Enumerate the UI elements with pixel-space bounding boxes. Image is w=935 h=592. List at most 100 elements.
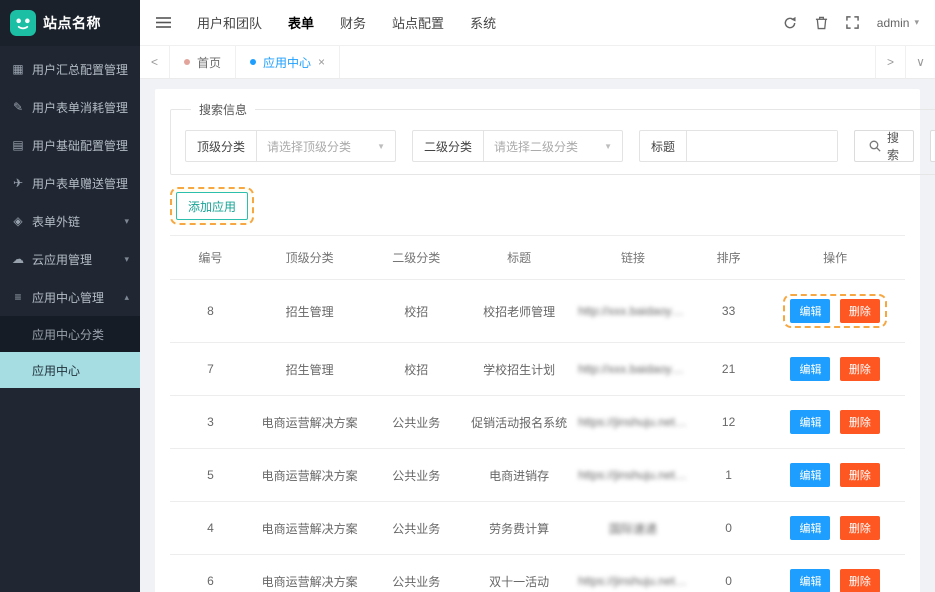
sidebar-subitem-app-center-category[interactable]: 应用中心分类 — [0, 316, 140, 352]
cell-title: 学校招生计划 — [464, 343, 574, 396]
top-category-select[interactable]: 请选择顶级分类 ▼ — [257, 131, 395, 161]
sidebar-subitem-label: 应用中心分类 — [32, 326, 104, 343]
nav-item-system[interactable]: 系统 — [470, 13, 496, 32]
user-menu[interactable]: admin ▾ — [877, 16, 919, 30]
cell-id: 3 — [170, 396, 251, 449]
tabs-scroll-right-button[interactable]: > — [875, 46, 905, 78]
annotation-highlight: 添加应用 — [170, 187, 254, 225]
chevron-up-icon: ▴ — [124, 292, 129, 303]
cell-title: 双十一活动 — [464, 555, 574, 592]
cell-second-category: 校招 — [368, 280, 464, 343]
delete-button[interactable]: 删除 — [840, 463, 880, 487]
sidebar-item-user-form-gift[interactable]: ✈ 用户表单赠送管理 — [0, 164, 140, 202]
nav-item-site-config[interactable]: 站点配置 — [392, 13, 444, 32]
chevron-down-icon: ▼ — [377, 142, 385, 151]
sidebar-item-label: 云应用管理 — [32, 251, 92, 268]
table-row: 3 电商运营解决方案 公共业务 促销活动报名系统 https://jinshuj… — [170, 396, 905, 449]
search-button[interactable]: 搜索 — [854, 130, 914, 162]
logo[interactable]: 站点名称 — [0, 0, 140, 46]
sidebar-item-label: 用户表单赠送管理 — [32, 175, 128, 192]
table-row: 4 电商运营解决方案 公共业务 劳务费计算 国际速递 0 编辑 删除 — [170, 502, 905, 555]
title-field: 标题 — [639, 130, 838, 162]
delete-button[interactable]: 删除 — [840, 357, 880, 381]
sidebar-submenu: 应用中心分类 应用中心 — [0, 316, 140, 388]
cell-link: http://xxx.baidaoyu… — [574, 343, 692, 396]
edit-button[interactable]: 编辑 — [790, 299, 830, 323]
close-icon[interactable]: × — [318, 56, 325, 68]
fullscreen-icon[interactable] — [846, 16, 859, 29]
table-row: 6 电商运营解决方案 公共业务 双十一活动 https://jinshuju.n… — [170, 555, 905, 592]
cell-link: https://jinshuju.net/f… — [574, 396, 692, 449]
apps-icon: ≡ — [11, 290, 25, 304]
sidebar-item-form-external-link[interactable]: ◈ 表单外链 ▾ — [0, 202, 140, 240]
cell-title: 促销活动报名系统 — [464, 396, 574, 449]
edit-button[interactable]: 编辑 — [790, 410, 830, 434]
cell-title: 校招老师管理 — [464, 280, 574, 343]
cell-id: 7 — [170, 343, 251, 396]
sidebar-item-user-summary-config[interactable]: ▦ 用户汇总配置管理 — [0, 50, 140, 88]
cell-link: 国际速递 — [574, 502, 692, 555]
cell-top-category: 招生管理 — [251, 280, 369, 343]
cell-sort: 33 — [692, 280, 766, 343]
cell-second-category: 公共业务 — [368, 449, 464, 502]
tab-app-center[interactable]: 应用中心 × — [236, 46, 340, 78]
chevron-down-icon: ▾ — [124, 254, 129, 265]
delete-button[interactable]: 删除 — [840, 516, 880, 540]
cell-link: https://jinshuju.net/f… — [574, 555, 692, 592]
nav-item-users-teams[interactable]: 用户和团队 — [197, 13, 262, 32]
sidebar-item-app-center-admin[interactable]: ≡ 应用中心管理 ▴ — [0, 278, 140, 316]
cell-top-category: 电商运营解决方案 — [251, 502, 369, 555]
column-header-link: 链接 — [574, 236, 692, 280]
search-panel-title: 搜索信息 — [191, 101, 255, 118]
delete-button[interactable]: 删除 — [840, 299, 880, 323]
edit-button[interactable]: 编辑 — [790, 569, 830, 592]
edit-button[interactable]: 编辑 — [790, 516, 830, 540]
app-window: 站点名称 ▦ 用户汇总配置管理 ✎ 用户表单消耗管理 ▤ 用户基础配置管理 ✈ … — [0, 0, 935, 592]
title-label: 标题 — [640, 131, 687, 161]
clear-trash-icon[interactable] — [815, 16, 828, 30]
nav-item-finance[interactable]: 财务 — [340, 13, 366, 32]
edit-button[interactable]: 编辑 — [790, 463, 830, 487]
cell-actions: 编辑 删除 — [765, 502, 905, 555]
second-category-select[interactable]: 请选择二级分类 ▼ — [484, 131, 622, 161]
sidebar-item-user-base-config[interactable]: ▤ 用户基础配置管理 — [0, 126, 140, 164]
sidebar-item-label: 用户表单消耗管理 — [32, 99, 128, 116]
select-placeholder: 请选择二级分类 — [494, 138, 578, 155]
cell-title: 电商进销存 — [464, 449, 574, 502]
column-header-top-category: 顶级分类 — [251, 236, 369, 280]
column-header-sort: 排序 — [692, 236, 766, 280]
refresh-icon[interactable] — [783, 16, 797, 30]
cell-sort: 0 — [692, 555, 766, 592]
cell-sort: 0 — [692, 502, 766, 555]
cell-sort: 12 — [692, 396, 766, 449]
cell-id: 8 — [170, 280, 251, 343]
nav-item-forms[interactable]: 表单 — [288, 13, 314, 32]
delete-button[interactable]: 删除 — [840, 410, 880, 434]
title-input[interactable] — [687, 131, 837, 161]
hamburger-icon[interactable] — [156, 16, 171, 29]
app-table: 编号 顶级分类 二级分类 标题 链接 排序 操作 8 招生管理 — [170, 235, 905, 592]
add-app-button[interactable]: 添加应用 — [176, 192, 248, 220]
tabs-scroll-left-button[interactable]: < — [140, 46, 170, 78]
sidebar-subitem-app-center[interactable]: 应用中心 — [0, 352, 140, 388]
content-area: 搜索信息 顶级分类 请选择顶级分类 ▼ 二级分类 请选择二 — [140, 79, 935, 592]
link-icon: ◈ — [11, 214, 25, 228]
sidebar: 站点名称 ▦ 用户汇总配置管理 ✎ 用户表单消耗管理 ▤ 用户基础配置管理 ✈ … — [0, 0, 140, 592]
sidebar-item-user-form-consume[interactable]: ✎ 用户表单消耗管理 — [0, 88, 140, 126]
edit-button[interactable]: 编辑 — [790, 357, 830, 381]
chevron-down-icon: ▾ — [914, 17, 919, 28]
cell-id: 6 — [170, 555, 251, 592]
cell-second-category: 公共业务 — [368, 396, 464, 449]
site-name: 站点名称 — [43, 13, 101, 33]
top-category-label: 顶级分类 — [186, 131, 257, 161]
cell-second-category: 公共业务 — [368, 555, 464, 592]
sidebar-item-cloud-app[interactable]: ☁ 云应用管理 ▾ — [0, 240, 140, 278]
reset-button[interactable]: 重置 — [930, 130, 935, 162]
delete-button[interactable]: 删除 — [840, 569, 880, 592]
top-category-field: 顶级分类 请选择顶级分类 ▼ — [185, 130, 396, 162]
content-card: 搜索信息 顶级分类 请选择顶级分类 ▼ 二级分类 请选择二 — [155, 89, 920, 592]
tab-label: 首页 — [197, 54, 221, 71]
tab-home[interactable]: 首页 — [170, 46, 236, 78]
send-icon: ✈ — [11, 176, 25, 190]
tabs-menu-button[interactable]: ∨ — [905, 46, 935, 78]
